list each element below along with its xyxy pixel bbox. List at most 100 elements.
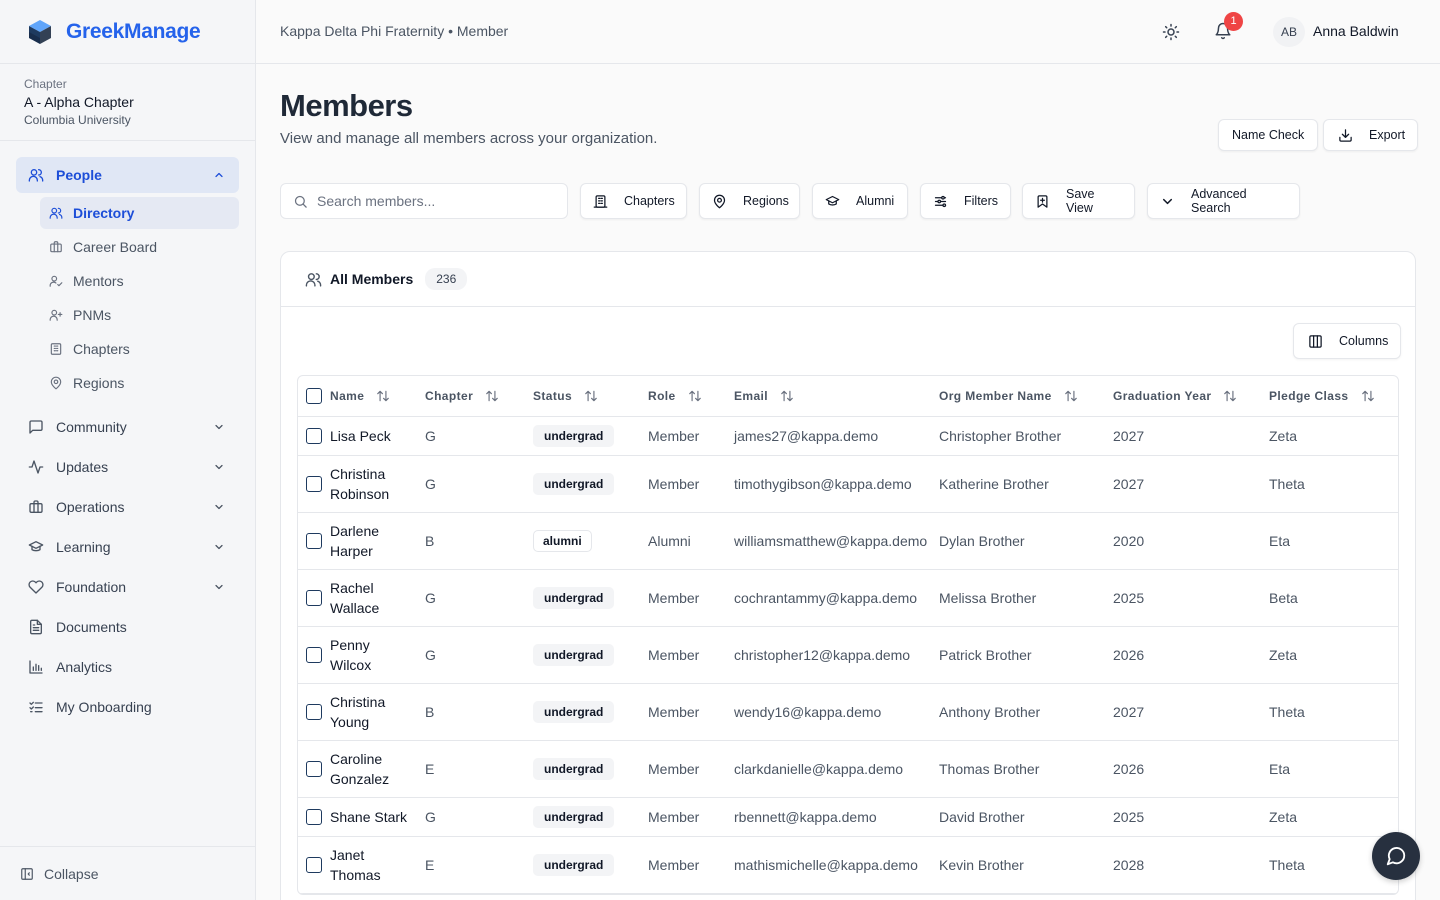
- regions-filter-button[interactable]: Regions: [699, 183, 800, 219]
- sidebar-item-chapters[interactable]: Chapters: [40, 333, 239, 365]
- sun-icon[interactable]: [1162, 23, 1180, 41]
- user-plus-icon: [49, 309, 63, 321]
- table-row[interactable]: Christina Young B undergrad Member wendy…: [298, 683, 1398, 741]
- cell-status: alumni: [525, 512, 640, 570]
- sidebar-item-documents[interactable]: Documents: [16, 609, 239, 645]
- row-checkbox[interactable]: [306, 760, 322, 777]
- cell-org-member-name: Thomas Brother: [931, 740, 1105, 798]
- sidebar-item-mentors[interactable]: Mentors: [40, 265, 239, 297]
- table-row[interactable]: Darlene Harper B alumni Alumni williamsm…: [298, 512, 1398, 570]
- cell-org-member-name: Christopher Brother: [931, 416, 1105, 456]
- sidebar-item-pnms[interactable]: PNMs: [40, 299, 239, 331]
- sort-icon[interactable]: [1064, 389, 1078, 403]
- sidebar-item-directory[interactable]: Directory: [40, 197, 239, 229]
- list-checks-icon: [29, 701, 43, 713]
- table-row[interactable]: Lisa Peck G undergrad Member james27@kap…: [298, 416, 1398, 456]
- save-view-button[interactable]: Save View: [1022, 183, 1135, 219]
- sidebar-item-people[interactable]: People: [16, 157, 239, 193]
- member-name[interactable]: Caroline Gonzalez: [330, 749, 409, 789]
- status-badge: alumni: [533, 529, 592, 552]
- column-header-chapter[interactable]: Chapter: [417, 376, 525, 417]
- member-name[interactable]: Christina Robinson: [330, 464, 409, 504]
- sidebar-item-learning[interactable]: Learning: [16, 529, 239, 565]
- row-checkbox[interactable]: [306, 427, 322, 444]
- member-name[interactable]: Janet Thomas: [330, 845, 409, 885]
- export-button[interactable]: Export: [1323, 119, 1419, 151]
- row-checkbox[interactable]: [306, 532, 322, 549]
- member-name[interactable]: Shane Stark: [330, 807, 407, 827]
- avatar[interactable]: AB: [1273, 17, 1305, 47]
- column-header-org-member-name[interactable]: Org Member Name: [931, 376, 1105, 417]
- row-checkbox[interactable]: [306, 646, 322, 663]
- chapter-label: Chapter: [24, 77, 67, 91]
- member-name[interactable]: Rachel Wallace: [330, 578, 409, 618]
- column-header-name[interactable]: Name: [298, 376, 417, 417]
- sidebar-item-label: Foundation: [56, 579, 127, 595]
- collapse-sidebar-button[interactable]: Collapse: [0, 846, 255, 900]
- sort-icon[interactable]: [376, 389, 390, 403]
- cell-status: undergrad: [525, 683, 640, 741]
- table-row[interactable]: Janet Thomas E undergrad Member mathismi…: [298, 836, 1398, 894]
- columns-button[interactable]: Columns: [1293, 323, 1402, 359]
- member-name[interactable]: Christina Young: [330, 692, 409, 732]
- table-row[interactable]: Caroline Gonzalez E undergrad Member cla…: [298, 740, 1398, 798]
- column-header-label: Chapter: [425, 388, 474, 403]
- advanced-search-button[interactable]: Advanced Search: [1147, 183, 1300, 219]
- column-header-status[interactable]: Status: [525, 376, 640, 417]
- sidebar-item-regions[interactable]: Regions: [40, 367, 239, 399]
- cell-name: Rachel Wallace: [298, 569, 417, 627]
- bar-chart-icon: [29, 660, 43, 674]
- chat-button[interactable]: [1372, 832, 1420, 880]
- row-checkbox[interactable]: [306, 589, 322, 606]
- chapters-filter-button[interactable]: Chapters: [580, 183, 687, 219]
- cell-role: Member: [640, 569, 726, 627]
- cell-org-member-name: Melissa Brother: [931, 569, 1105, 627]
- column-header-pledge-class[interactable]: Pledge Class: [1261, 376, 1398, 417]
- building-icon: [29, 500, 43, 513]
- sidebar-item-updates[interactable]: Updates: [16, 449, 239, 485]
- table-row[interactable]: Shane Stark G undergrad Member rbennett@…: [298, 797, 1398, 837]
- row-checkbox[interactable]: [306, 808, 322, 825]
- sidebar-item-career-board[interactable]: Career Board: [40, 231, 239, 263]
- logo[interactable]: GreekManage: [0, 0, 255, 64]
- sidebar-item-my-onboarding[interactable]: My Onboarding: [16, 689, 239, 725]
- name-check-button[interactable]: Name Check: [1218, 119, 1319, 151]
- sort-icon[interactable]: [485, 389, 499, 403]
- chapter-switcher[interactable]: Chapter A - Alpha Chapter Columbia Unive…: [0, 64, 255, 141]
- column-header-role[interactable]: Role: [640, 376, 726, 417]
- sort-icon[interactable]: [780, 389, 794, 403]
- member-name[interactable]: Penny Wilcox: [330, 635, 409, 675]
- table-row[interactable]: Rachel Wallace G undergrad Member cochra…: [298, 569, 1398, 627]
- sidebar-item-operations[interactable]: Operations: [16, 489, 239, 525]
- status-badge: undergrad: [533, 586, 615, 609]
- table-row[interactable]: Christina Robinson G undergrad Member ti…: [298, 455, 1398, 513]
- sort-icon[interactable]: [584, 389, 598, 403]
- row-checkbox[interactable]: [306, 475, 322, 492]
- filters-button[interactable]: Filters: [920, 183, 1011, 219]
- sidebar-item-analytics[interactable]: Analytics: [16, 649, 239, 685]
- select-all-checkbox[interactable]: [306, 387, 322, 404]
- cell-pledge-class: Zeta: [1261, 797, 1398, 837]
- sort-icon[interactable]: [1361, 389, 1375, 403]
- alumni-filter-button[interactable]: Alumni: [812, 183, 908, 219]
- search-input[interactable]: [317, 193, 557, 209]
- table-row[interactable]: Penny Wilcox G undergrad Member christop…: [298, 626, 1398, 684]
- sidebar-item-foundation[interactable]: Foundation: [16, 569, 239, 605]
- user-name[interactable]: Anna Baldwin: [1313, 23, 1399, 39]
- sort-icon[interactable]: [688, 389, 702, 403]
- member-name[interactable]: Lisa Peck: [330, 426, 391, 446]
- row-checkbox[interactable]: [306, 703, 322, 720]
- cell-graduation-year: 2027: [1105, 416, 1261, 456]
- row-checkbox[interactable]: [306, 856, 322, 873]
- cell-chapter: G: [417, 569, 525, 627]
- page-title: Members: [280, 88, 413, 123]
- sidebar-item-label: Community: [56, 419, 127, 435]
- column-header-graduation-year[interactable]: Graduation Year: [1105, 376, 1261, 417]
- sidebar-item-community[interactable]: Community: [16, 409, 239, 445]
- column-header-email[interactable]: Email: [726, 376, 931, 417]
- member-name[interactable]: Darlene Harper: [330, 521, 409, 561]
- users-icon: [28, 169, 44, 182]
- users-icon: [49, 207, 63, 219]
- sort-icon[interactable]: [1223, 389, 1237, 403]
- table-header-row: Name Chapter Status Role Email Org Membe…: [298, 376, 1398, 417]
